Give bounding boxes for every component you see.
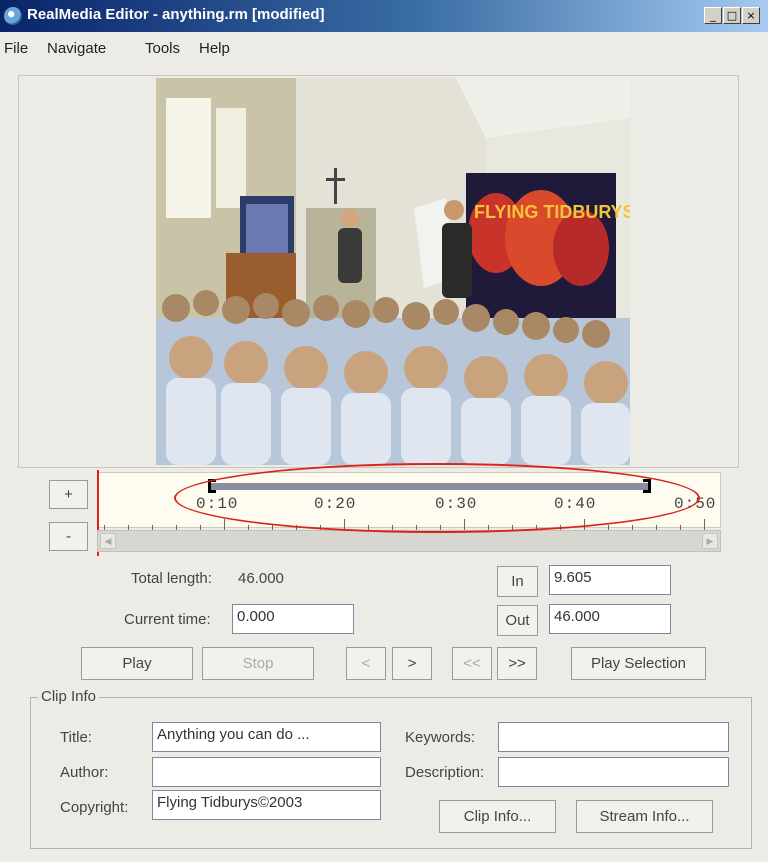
rewind-button[interactable]: << [452,647,492,680]
fast-forward-button[interactable]: >> [497,647,537,680]
menu-tools[interactable]: Tools [145,40,180,57]
ruler-tick [224,519,225,530]
description-field[interactable] [498,757,729,787]
editor-window: RealMedia Editor - anything.rm [modified… [0,0,768,862]
set-in-button[interactable]: In [497,566,538,597]
clip-info-button[interactable]: Clip Info... [439,800,556,833]
menu-navigate[interactable]: Navigate [47,40,106,57]
zoom-out-button[interactable]: - [49,522,88,551]
stop-button[interactable]: Stop [202,647,314,680]
zoom-in-button[interactable]: + [49,480,88,509]
menu-help[interactable]: Help [199,40,230,57]
stream-info-button[interactable]: Stream Info... [576,800,713,833]
prev-frame-button[interactable]: < [346,647,386,680]
menu-file[interactable]: File [4,40,28,57]
realmedia-app-icon[interactable] [4,7,22,25]
in-point-field[interactable]: 9.605 [549,565,671,595]
scroll-left-arrow-icon[interactable]: ◀ [100,533,116,549]
close-button[interactable]: × [742,7,760,24]
minimize-button[interactable]: _ [704,7,722,24]
out-point-field[interactable]: 46.000 [549,604,671,634]
next-frame-button[interactable]: > [392,647,432,680]
window-title: RealMedia Editor - anything.rm [modified… [27,6,325,23]
banner-text: FLYING TIDBURYS SHOW [474,202,630,222]
video-frame-image: FLYING TIDBURYS SHOW [156,78,630,465]
timeline-scrollbar[interactable]: ◀ ▶ [97,530,721,552]
title-field[interactable]: Anything you can do ... [152,722,381,752]
description-label: Description: [405,764,485,781]
ruler-tick [704,519,705,530]
keywords-label: Keywords: [405,729,476,746]
copyright-field[interactable]: Flying Tidburys©2003 [152,790,381,820]
author-label: Author: [60,764,109,781]
maximize-button[interactable]: □ [723,7,741,24]
set-out-button[interactable]: Out [497,605,538,636]
title-label: Title: [60,729,92,746]
play-selection-button[interactable]: Play Selection [571,647,706,680]
highlight-annotation [174,463,700,533]
author-field[interactable] [152,757,381,787]
clip-info-group-title: Clip Info [38,688,100,705]
scroll-right-arrow-icon[interactable]: ▶ [702,533,718,549]
keywords-field[interactable] [498,722,729,752]
total-length-label: Total length: [131,570,212,587]
play-button[interactable]: Play [81,647,193,680]
total-length-value: 46.000 [238,570,284,587]
current-time-field[interactable]: 0.000 [232,604,354,634]
current-time-label: Current time: [124,611,211,628]
video-display[interactable]: FLYING TIDBURYS SHOW [156,78,630,465]
menu-bar: File Navigate Tools Help [0,32,768,64]
copyright-label: Copyright: [60,799,129,816]
title-bar[interactable]: RealMedia Editor - anything.rm [modified… [0,0,768,32]
